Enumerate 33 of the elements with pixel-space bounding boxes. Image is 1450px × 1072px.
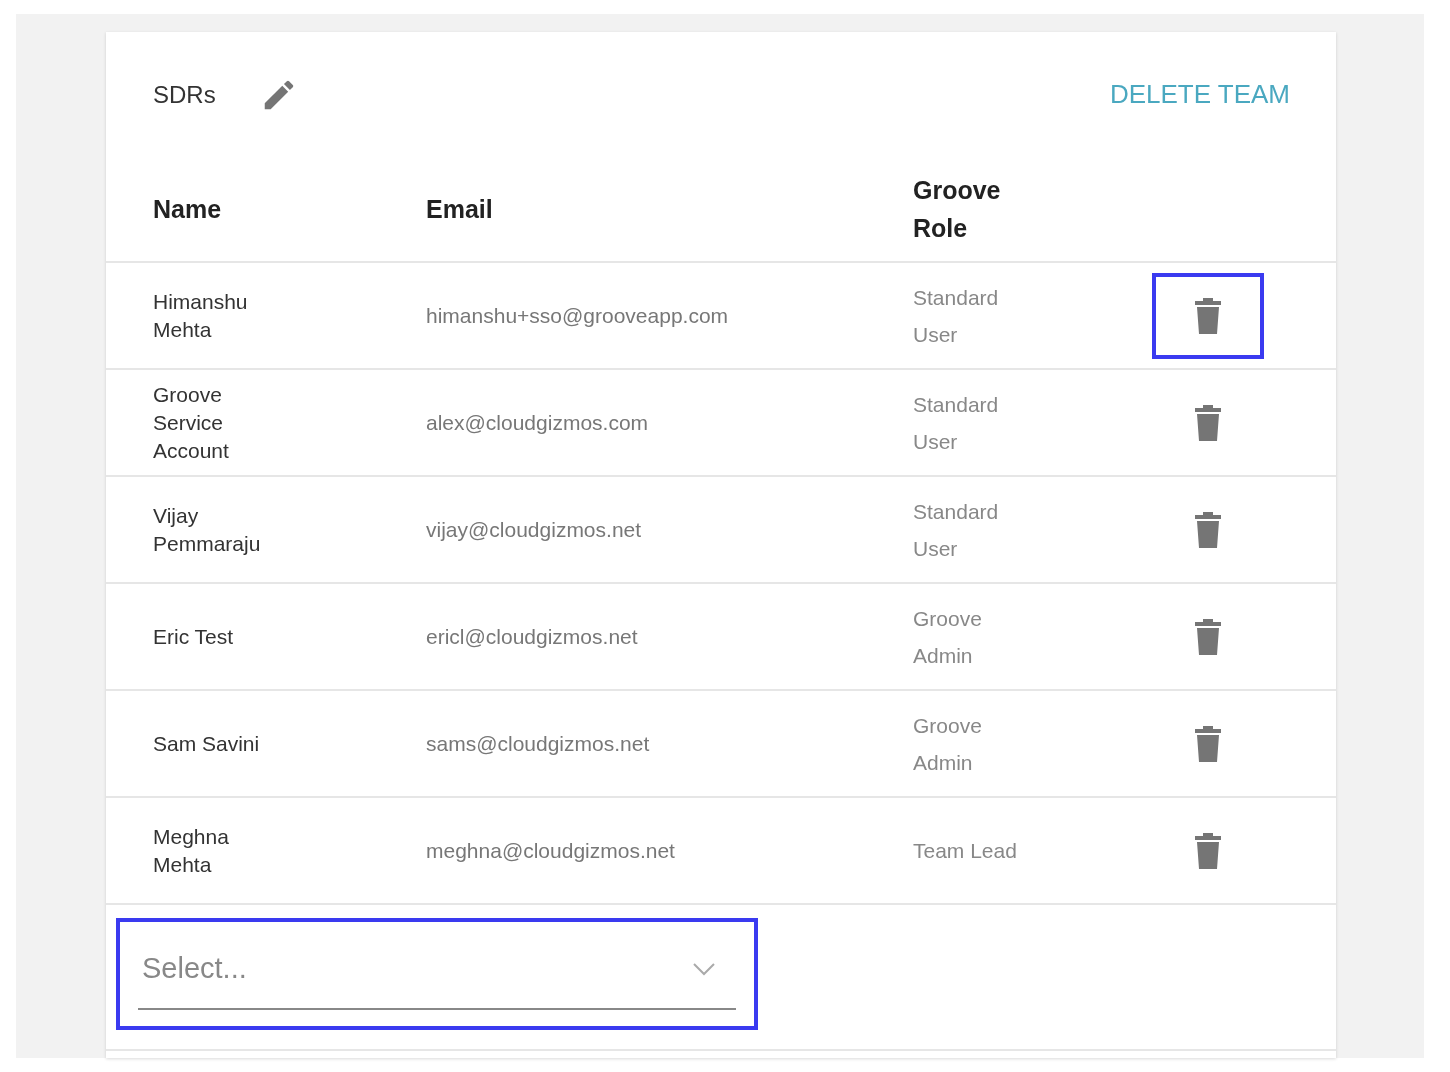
trash-icon bbox=[1195, 297, 1221, 334]
delete-button[interactable] bbox=[1152, 272, 1264, 359]
trash-icon bbox=[1195, 511, 1221, 548]
table-cell-text: Eric Test bbox=[152, 623, 235, 650]
trash-icon bbox=[1195, 404, 1221, 441]
table-cell-text: Sam Savini bbox=[152, 730, 261, 757]
table-cell-text: ericl@cloudgizmos.net bbox=[426, 623, 639, 650]
chevron-down-icon bbox=[692, 962, 716, 976]
table-cell-text: Groove Service Account bbox=[152, 381, 230, 464]
table-cell-text: himanshu+sso@grooveapp.com bbox=[426, 302, 730, 329]
table-cell-text: Himanshu Mehta bbox=[152, 288, 249, 343]
table-cell-text: Groove Admin bbox=[913, 605, 983, 669]
table-cell-text: Standard User bbox=[913, 498, 1000, 562]
column-header: Name bbox=[152, 194, 223, 225]
trash-icon bbox=[1195, 618, 1221, 655]
table-cell-text: sams@cloudgizmos.net bbox=[426, 730, 651, 757]
table-cell-text: vijay@cloudgizmos.net bbox=[426, 516, 643, 543]
member-select[interactable]: Select... bbox=[116, 918, 758, 1030]
table-cell-text: meghna@cloudgizmos.net bbox=[426, 837, 676, 864]
table-cell-text: Groove Admin bbox=[913, 712, 983, 776]
column-header: Email bbox=[426, 194, 494, 225]
trash-icon bbox=[1195, 725, 1221, 762]
trash-icon bbox=[1195, 832, 1221, 869]
column-header: Groove Role bbox=[913, 175, 1002, 244]
team-name: SDRs bbox=[153, 79, 216, 110]
select-placeholder: Select... bbox=[142, 951, 247, 987]
table-cell-text: Standard User bbox=[913, 391, 1000, 455]
table-cell-text: Vijay Pemmaraju bbox=[152, 502, 262, 557]
delete-team-button[interactable]: DELETE TEAM bbox=[1109, 75, 1290, 114]
table-cell-text: Standard User bbox=[913, 284, 1000, 348]
table-cell-text: Team Lead bbox=[913, 838, 1018, 864]
table-cell-text: Meghna Mehta bbox=[152, 823, 230, 878]
table-cell-text: alex@cloudgizmos.com bbox=[426, 409, 650, 436]
